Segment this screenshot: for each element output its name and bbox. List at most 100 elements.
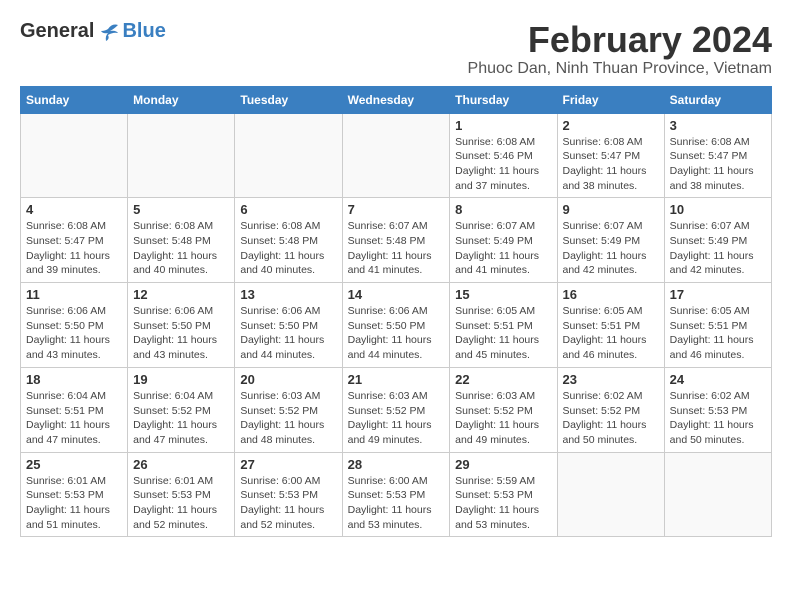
calendar-cell: 1 Sunrise: 6:08 AM Sunset: 5:46 PM Daylig… xyxy=(450,113,557,198)
day-number: 6 xyxy=(240,202,336,217)
day-info: Sunrise: 6:05 AM Sunset: 5:51 PM Dayligh… xyxy=(563,304,659,363)
logo-blue: Blue xyxy=(122,20,165,43)
day-info: Sunrise: 6:04 AM Sunset: 5:51 PM Dayligh… xyxy=(26,389,122,448)
calendar-week-row: 18 Sunrise: 6:04 AM Sunset: 5:51 PM Dayli… xyxy=(21,367,772,452)
day-info: Sunrise: 6:06 AM Sunset: 5:50 PM Dayligh… xyxy=(240,304,336,363)
calendar-cell: 24 Sunrise: 6:02 AM Sunset: 5:53 PM Dayli… xyxy=(664,367,771,452)
calendar-cell xyxy=(21,113,128,198)
day-info: Sunrise: 6:08 AM Sunset: 5:47 PM Dayligh… xyxy=(563,135,659,194)
day-number: 19 xyxy=(133,372,229,387)
day-number: 18 xyxy=(26,372,122,387)
calendar-cell: 11 Sunrise: 6:06 AM Sunset: 5:50 PM Dayli… xyxy=(21,283,128,368)
day-info: Sunrise: 6:08 AM Sunset: 5:48 PM Dayligh… xyxy=(133,219,229,278)
calendar-cell xyxy=(664,452,771,537)
calendar-cell: 5 Sunrise: 6:08 AM Sunset: 5:48 PM Daylig… xyxy=(128,198,235,283)
calendar-cell: 12 Sunrise: 6:06 AM Sunset: 5:50 PM Dayli… xyxy=(128,283,235,368)
day-info: Sunrise: 6:06 AM Sunset: 5:50 PM Dayligh… xyxy=(133,304,229,363)
day-number: 2 xyxy=(563,118,659,133)
day-number: 15 xyxy=(455,287,551,302)
day-info: Sunrise: 6:05 AM Sunset: 5:51 PM Dayligh… xyxy=(670,304,766,363)
calendar-cell: 25 Sunrise: 6:01 AM Sunset: 5:53 PM Dayli… xyxy=(21,452,128,537)
day-number: 21 xyxy=(348,372,445,387)
day-number: 10 xyxy=(670,202,766,217)
day-number: 29 xyxy=(455,457,551,472)
calendar-cell: 26 Sunrise: 6:01 AM Sunset: 5:53 PM Dayli… xyxy=(128,452,235,537)
calendar-cell: 8 Sunrise: 6:07 AM Sunset: 5:49 PM Daylig… xyxy=(450,198,557,283)
day-info: Sunrise: 6:03 AM Sunset: 5:52 PM Dayligh… xyxy=(455,389,551,448)
page-title: February 2024 xyxy=(468,20,772,60)
day-info: Sunrise: 6:08 AM Sunset: 5:48 PM Dayligh… xyxy=(240,219,336,278)
calendar-cell: 19 Sunrise: 6:04 AM Sunset: 5:52 PM Dayli… xyxy=(128,367,235,452)
calendar-week-row: 11 Sunrise: 6:06 AM Sunset: 5:50 PM Dayli… xyxy=(21,283,772,368)
day-info: Sunrise: 6:05 AM Sunset: 5:51 PM Dayligh… xyxy=(455,304,551,363)
header-wednesday: Wednesday xyxy=(342,86,450,113)
day-number: 9 xyxy=(563,202,659,217)
calendar-cell: 13 Sunrise: 6:06 AM Sunset: 5:50 PM Dayli… xyxy=(235,283,342,368)
header-thursday: Thursday xyxy=(450,86,557,113)
day-info: Sunrise: 6:06 AM Sunset: 5:50 PM Dayligh… xyxy=(348,304,445,363)
calendar-cell: 27Sunrise: 6:00 AM Sunset: 5:53 PM Dayli… xyxy=(235,452,342,537)
header-sunday: Sunday xyxy=(21,86,128,113)
calendar-cell: 18 Sunrise: 6:04 AM Sunset: 5:51 PM Dayli… xyxy=(21,367,128,452)
calendar-cell: 21 Sunrise: 6:03 AM Sunset: 5:52 PM Dayli… xyxy=(342,367,450,452)
calendar-cell: 7 Sunrise: 6:07 AM Sunset: 5:48 PM Daylig… xyxy=(342,198,450,283)
day-number: 16 xyxy=(563,287,659,302)
header-saturday: Saturday xyxy=(664,86,771,113)
logo: General Blue xyxy=(20,20,166,43)
calendar-cell xyxy=(557,452,664,537)
day-info: Sunrise: 6:07 AM Sunset: 5:49 PM Dayligh… xyxy=(670,219,766,278)
logo-general: General xyxy=(20,20,94,43)
calendar-cell: 4Sunrise: 6:08 AM Sunset: 5:47 PM Daylig… xyxy=(21,198,128,283)
calendar-cell xyxy=(128,113,235,198)
day-info: Sunrise: 6:04 AM Sunset: 5:52 PM Dayligh… xyxy=(133,389,229,448)
day-info: Sunrise: 6:06 AM Sunset: 5:50 PM Dayligh… xyxy=(26,304,122,363)
calendar-week-row: 1 Sunrise: 6:08 AM Sunset: 5:46 PM Daylig… xyxy=(21,113,772,198)
header: General Blue February 2024 Phuoc Dan, Ni… xyxy=(20,20,772,78)
day-number: 5 xyxy=(133,202,229,217)
calendar-cell xyxy=(235,113,342,198)
day-number: 25 xyxy=(26,457,122,472)
day-number: 1 xyxy=(455,118,551,133)
day-info: Sunrise: 6:02 AM Sunset: 5:53 PM Dayligh… xyxy=(670,389,766,448)
day-info: Sunrise: 6:08 AM Sunset: 5:46 PM Dayligh… xyxy=(455,135,551,194)
day-number: 27 xyxy=(240,457,336,472)
day-number: 22 xyxy=(455,372,551,387)
calendar-cell: 15 Sunrise: 6:05 AM Sunset: 5:51 PM Dayli… xyxy=(450,283,557,368)
day-number: 7 xyxy=(348,202,445,217)
day-number: 13 xyxy=(240,287,336,302)
day-number: 12 xyxy=(133,287,229,302)
day-number: 20 xyxy=(240,372,336,387)
calendar-cell: 28 Sunrise: 6:00 AM Sunset: 5:53 PM Dayli… xyxy=(342,452,450,537)
page-subtitle: Phuoc Dan, Ninh Thuan Province, Vietnam xyxy=(468,60,772,78)
header-tuesday: Tuesday xyxy=(235,86,342,113)
day-number: 23 xyxy=(563,372,659,387)
day-info: Sunrise: 6:00 AM Sunset: 5:53 PM Dayligh… xyxy=(348,474,445,533)
calendar-cell xyxy=(342,113,450,198)
calendar-cell: 22 Sunrise: 6:03 AM Sunset: 5:52 PM Dayli… xyxy=(450,367,557,452)
calendar-week-row: 25 Sunrise: 6:01 AM Sunset: 5:53 PM Dayli… xyxy=(21,452,772,537)
day-number: 17 xyxy=(670,287,766,302)
day-info: Sunrise: 6:01 AM Sunset: 5:53 PM Dayligh… xyxy=(26,474,122,533)
day-number: 24 xyxy=(670,372,766,387)
logo-bird-icon xyxy=(98,21,120,43)
header-monday: Monday xyxy=(128,86,235,113)
day-info: Sunrise: 6:01 AM Sunset: 5:53 PM Dayligh… xyxy=(133,474,229,533)
calendar-cell: 29Sunrise: 5:59 AM Sunset: 5:53 PM Dayli… xyxy=(450,452,557,537)
header-friday: Friday xyxy=(557,86,664,113)
day-info: Sunrise: 6:03 AM Sunset: 5:52 PM Dayligh… xyxy=(348,389,445,448)
calendar-header-row: Sunday Monday Tuesday Wednesday Thursday… xyxy=(21,86,772,113)
day-number: 26 xyxy=(133,457,229,472)
day-info: Sunrise: 6:07 AM Sunset: 5:49 PM Dayligh… xyxy=(563,219,659,278)
calendar-week-row: 4Sunrise: 6:08 AM Sunset: 5:47 PM Daylig… xyxy=(21,198,772,283)
calendar-cell: 3Sunrise: 6:08 AM Sunset: 5:47 PM Daylig… xyxy=(664,113,771,198)
day-info: Sunrise: 6:02 AM Sunset: 5:52 PM Dayligh… xyxy=(563,389,659,448)
day-info: Sunrise: 6:08 AM Sunset: 5:47 PM Dayligh… xyxy=(26,219,122,278)
day-number: 8 xyxy=(455,202,551,217)
title-area: February 2024 Phuoc Dan, Ninh Thuan Prov… xyxy=(468,20,772,78)
day-number: 28 xyxy=(348,457,445,472)
day-number: 11 xyxy=(26,287,122,302)
day-info: Sunrise: 6:07 AM Sunset: 5:48 PM Dayligh… xyxy=(348,219,445,278)
day-number: 3 xyxy=(670,118,766,133)
day-info: Sunrise: 6:03 AM Sunset: 5:52 PM Dayligh… xyxy=(240,389,336,448)
day-info: Sunrise: 6:07 AM Sunset: 5:49 PM Dayligh… xyxy=(455,219,551,278)
